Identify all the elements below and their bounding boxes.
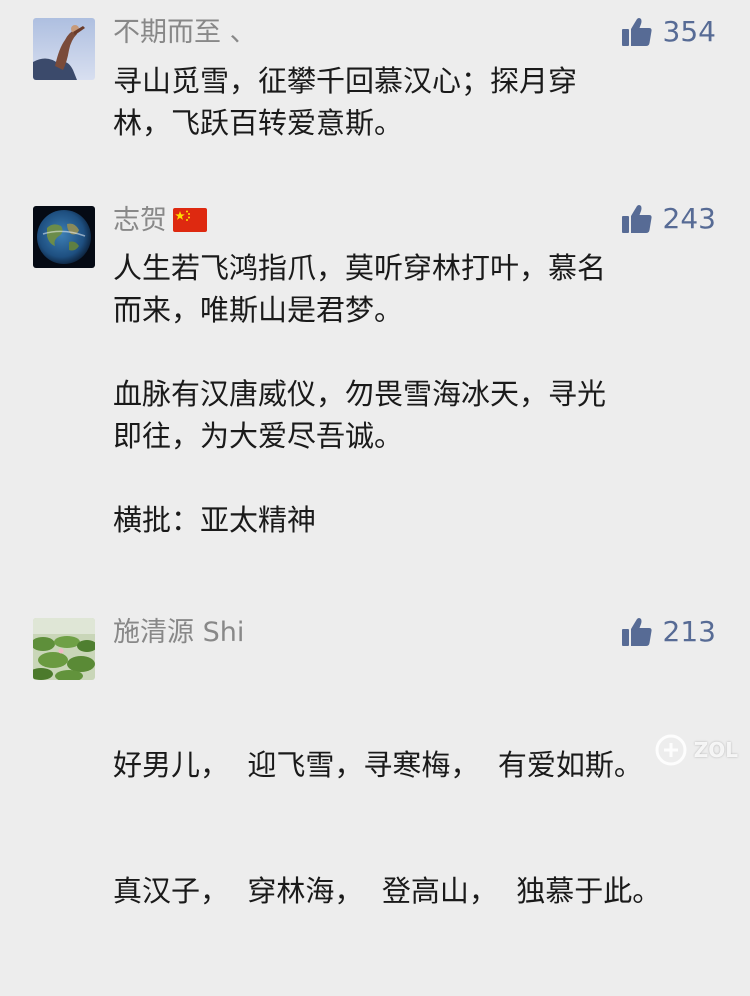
comment-author[interactable]: 施清源 Shi	[113, 616, 244, 650]
thumbs-up-icon[interactable]	[621, 16, 653, 48]
thumbs-up-icon[interactable]	[621, 203, 653, 235]
comment-line: 真汉子， 穿林海， 登高山， 独慕于此。	[113, 874, 662, 908]
comment-text: 寻山觅雪，征攀千回慕汉心；探月穿 林，飞跃百转爱意斯。	[113, 60, 577, 144]
like-count: 243	[662, 202, 716, 235]
comment-author[interactable]: 不期而至 、	[113, 16, 257, 50]
like-count: 213	[662, 615, 716, 648]
comment-line: 好男儿， 迎飞雪，寻寒梅， 有爱如斯。	[113, 748, 643, 782]
comment-line: 血脉有汉唐威仪，勿畏雪海冰天，寻光	[113, 377, 607, 411]
comment-text: 好男儿， 迎飞雪，寻寒梅， 有爱如斯。 真汉子， 穿林海， 登高山， 独慕于此。	[113, 660, 661, 996]
comment-line: 人生若飞鸿指爪，莫听穿林打叶，慕名	[113, 251, 607, 285]
avatar[interactable]	[33, 18, 95, 80]
author-name[interactable]: 志贺	[113, 205, 167, 236]
avatar[interactable]	[33, 618, 95, 680]
like-button[interactable]: 213	[621, 615, 716, 649]
like-button[interactable]: 354	[621, 15, 716, 49]
comment-line: 即往，为大爱尽吾诚。	[113, 419, 404, 453]
comment-line: 林，飞跃百转爱意斯。	[113, 106, 404, 140]
watermark-logo: ZOL	[654, 733, 738, 767]
comment-line: 而来，唯斯山是君梦。	[113, 293, 404, 327]
comment-text: 人生若飞鸿指爪，莫听穿林打叶，慕名 而来，唯斯山是君梦。 血脉有汉唐威仪，勿畏雪…	[113, 247, 606, 541]
watermark-icon	[655, 734, 687, 766]
comment-line: 横批：亚太精神	[113, 503, 317, 537]
avatar[interactable]	[33, 206, 95, 268]
thumbs-up-icon[interactable]	[621, 616, 653, 648]
like-count: 354	[662, 15, 716, 48]
author-name[interactable]: 施清源 Shi	[113, 617, 244, 648]
author-name[interactable]: 不期而至 、	[113, 17, 257, 48]
china-flag-icon	[173, 207, 207, 241]
like-button[interactable]: 243	[621, 202, 716, 236]
watermark-text: ZOL	[693, 738, 738, 762]
comment-author[interactable]: 志贺	[113, 204, 207, 241]
comment-line: 寻山觅雪，征攀千回慕汉心；探月穿	[113, 64, 578, 98]
